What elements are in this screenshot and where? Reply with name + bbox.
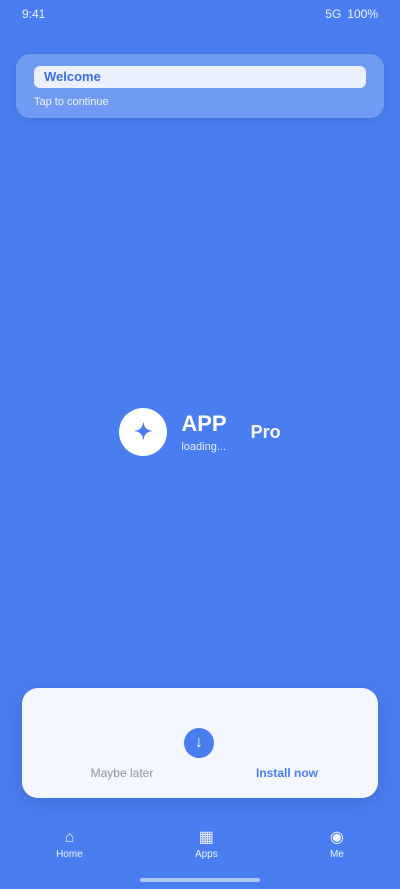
banner-title: Welcome: [34, 66, 366, 88]
logo-icon: ✦: [119, 408, 168, 456]
brand-lockup: ✦ APP loading... Pro: [0, 392, 400, 472]
nav-item-apps[interactable]: ▦ Apps: [194, 829, 218, 861]
download-icon: ↓: [184, 728, 214, 758]
top-banner[interactable]: Welcome Tap to continue: [16, 54, 384, 118]
banner-subtitle: Tap to continue: [34, 96, 109, 108]
install-button[interactable]: Install now: [232, 764, 342, 782]
nav-label: Apps: [194, 849, 218, 860]
status-time: 9:41: [22, 7, 46, 21]
status-bar: 9:41 5G 100%: [0, 0, 400, 28]
battery-label: 100%: [347, 7, 378, 21]
splash-screen: 9:41 5G 100% Welcome Tap to continue ✦ A…: [0, 0, 400, 889]
home-icon: ⌂: [64, 829, 75, 846]
nav-label: Home: [56, 849, 83, 860]
profile-icon: ◉: [329, 829, 344, 846]
nav-label: Me: [329, 849, 344, 860]
status-indicators: 5G 100%: [325, 7, 378, 21]
nav-item-profile[interactable]: ◉ Me: [329, 829, 344, 861]
network-label: 5G: [325, 7, 342, 21]
brand-text: APP loading...: [181, 411, 226, 453]
bottom-nav: ⌂ Home ▦ Apps ◉ Me: [0, 820, 400, 870]
apps-icon: ▦: [198, 829, 214, 846]
install-card: ↓ Maybe later Install now: [22, 688, 378, 798]
dismiss-button[interactable]: Maybe later: [62, 764, 182, 782]
brand-name: APP: [181, 411, 227, 436]
brand-badge: Pro: [250, 421, 281, 442]
brand-tagline: loading...: [181, 441, 227, 453]
nav-item-home[interactable]: ⌂ Home: [56, 829, 83, 861]
home-indicator[interactable]: [140, 878, 260, 882]
